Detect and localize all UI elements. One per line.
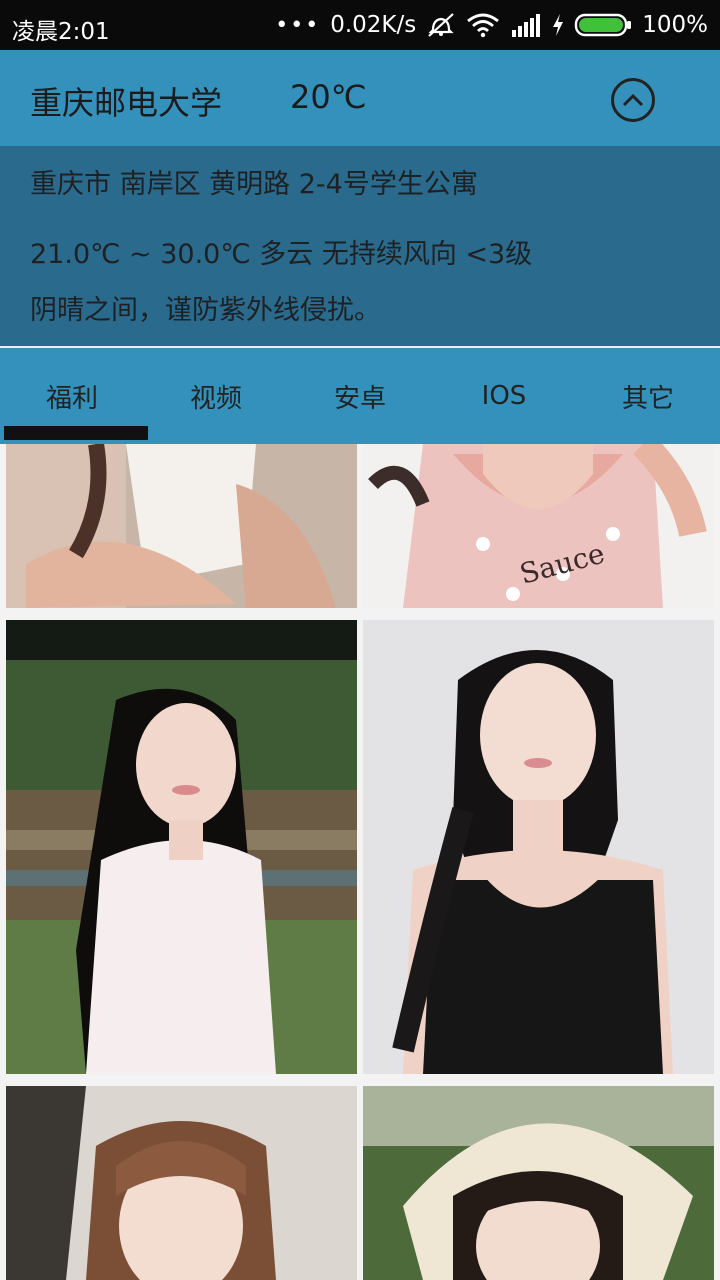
signal-icon	[512, 14, 541, 37]
tab-label: IOS	[481, 381, 527, 411]
weather-tip: 阴晴之间，谨防紫外线侵扰。	[30, 295, 381, 326]
tab-label: 安卓	[333, 383, 386, 414]
photo-tile[interactable]	[6, 620, 357, 1074]
photo-grid: Sauce	[0, 444, 720, 1280]
chevron-up-icon	[622, 93, 644, 107]
tab-label: 其它	[621, 383, 674, 414]
notification-dots: •••	[275, 12, 321, 38]
tab-label: 视频	[189, 383, 242, 414]
tab-android[interactable]: 安卓	[288, 348, 432, 444]
tab-indicator	[4, 426, 148, 440]
photo-tile[interactable]	[363, 1086, 714, 1280]
status-icons: ••• 0.02K/s 100%	[275, 10, 708, 40]
weather-forecast: 21.0℃ ~ 30.0℃ 多云 无持续风向 <3级	[30, 239, 533, 270]
photo-tile[interactable]: Sauce	[363, 444, 714, 608]
tab-label: 福利	[45, 383, 98, 414]
photo-tile[interactable]	[6, 444, 357, 608]
weather-address: 重庆市 南岸区 黄明路 2-4号学生公寓	[30, 169, 478, 200]
network-speed: 0.02K/s	[330, 12, 417, 38]
battery-percent: 100%	[642, 12, 708, 38]
tab-other[interactable]: 其它	[576, 348, 720, 444]
tab-ios[interactable]: IOS	[432, 348, 576, 444]
photo-tile[interactable]	[363, 620, 714, 1074]
wifi-icon	[467, 13, 500, 38]
collapse-toggle-button[interactable]	[611, 78, 655, 122]
location-title: 重庆邮电大学	[30, 84, 223, 122]
photo-tile[interactable]	[6, 1086, 357, 1280]
alarm-off-icon	[428, 13, 454, 37]
tab-video[interactable]: 视频	[144, 348, 288, 444]
weather-info-panel: 重庆市 南岸区 黄明路 2-4号学生公寓 21.0℃ ~ 30.0℃ 多云 无持…	[0, 146, 720, 346]
current-temperature: 20℃	[290, 78, 367, 116]
status-bar: 凌晨2:01 ••• 0.02K/s 100%	[0, 0, 720, 50]
charging-icon	[553, 14, 564, 36]
status-time: 凌晨2:01	[12, 19, 110, 45]
battery-icon	[575, 13, 632, 37]
